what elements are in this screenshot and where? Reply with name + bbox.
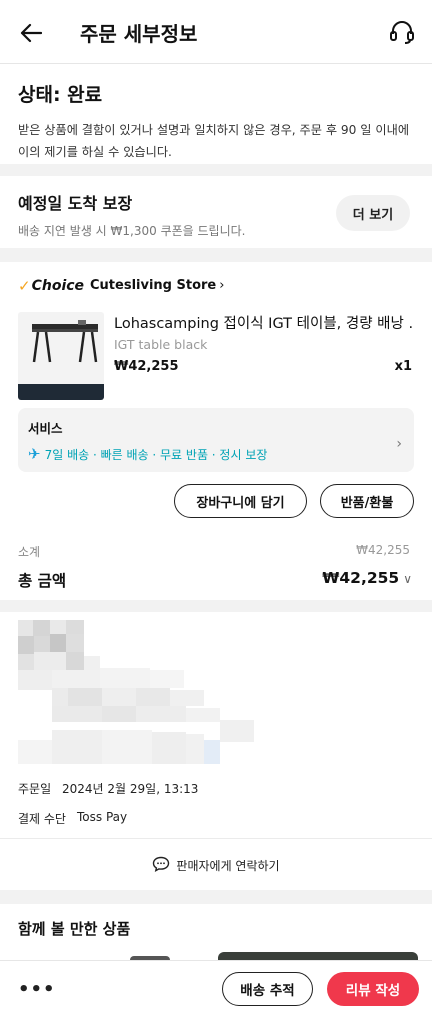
chat-bubble-icon — [152, 856, 170, 875]
recommendations-title: 함께 볼 만한 상품 — [18, 920, 131, 938]
back-arrow-icon[interactable] — [18, 20, 44, 46]
product-thumbnail[interactable] — [18, 312, 104, 400]
more-button[interactable]: 더 보기 — [336, 195, 410, 231]
payment-method-label: 결제 수단 — [18, 812, 66, 826]
chevron-right-icon: › — [396, 436, 402, 452]
divider — [0, 838, 432, 839]
total-label: 총 금액 — [18, 572, 67, 590]
subtotal-value: ₩42,255 — [356, 543, 410, 557]
order-date-value: 2024년 2월 29일, 13:13 — [62, 782, 199, 796]
add-to-cart-button[interactable]: 장바구니에 담기 — [174, 484, 307, 518]
store-link[interactable]: Cutesliving Store › — [90, 278, 224, 293]
status-description: 받은 상품에 결함이 있거나 설명과 일치하지 않은 경우, 주문 후 90 일… — [18, 119, 414, 163]
payment-method-value: Toss Pay — [77, 810, 128, 824]
order-status-section: 상태: 완료 받은 상품에 결함이 있거나 설명과 일치하지 않은 경우, 주문… — [0, 64, 432, 164]
choice-label: Choice — [31, 278, 85, 294]
write-review-button[interactable]: 리뷰 작성 — [327, 972, 419, 1006]
service-features: ✈ 7일 배송 · 빠른 배송 · 무료 반품 · 정시 보장 — [28, 445, 404, 463]
airplane-icon: ✈ — [28, 445, 41, 463]
service-panel[interactable]: 서비스 ✈ 7일 배송 · 빠른 배송 · 무료 반품 · 정시 보장 › — [18, 408, 414, 472]
checkmark-icon: ✓ — [18, 277, 31, 295]
product-title[interactable]: Lohascamping 접이식 IGT 테이블, 경량 배낭 ... — [114, 312, 414, 333]
contact-seller-label: 판매자에게 연락하기 — [176, 858, 280, 873]
total-amount: ₩42,255 — [322, 569, 400, 587]
product-variant: IGT table black — [114, 337, 208, 352]
subtotal-label: 소계 — [18, 545, 41, 559]
service-title: 서비스 — [28, 421, 63, 436]
thumbnail-footer — [18, 384, 104, 400]
return-refund-button[interactable]: 반품/환불 — [320, 484, 414, 518]
customer-service-headset-icon[interactable] — [388, 18, 416, 46]
product-price: ₩42,255 — [114, 359, 179, 374]
page-title: 주문 세부정보 — [80, 22, 198, 46]
order-item-section: ✓ Choice Cutesliving Store › Lohascamping… — [0, 262, 432, 600]
choice-badge: ✓ Choice — [18, 277, 84, 295]
service-features-text: 7일 배송 · 빠른 배송 · 무료 반품 · 정시 보장 — [44, 447, 268, 462]
chevron-down-icon: ∨ — [403, 572, 412, 586]
top-app-bar: 주문 세부정보 — [0, 0, 432, 64]
product-quantity: x1 — [394, 359, 412, 374]
contact-seller-link[interactable]: 판매자에게 연락하기 — [0, 850, 432, 880]
recommendations-section: 함께 볼 만한 상품 — [0, 904, 432, 964]
bottom-action-bar: ••• 배송 추적 리뷰 작성 — [0, 960, 432, 1019]
store-name: Cutesliving Store — [90, 278, 217, 293]
status-description-line2: 이의 제기를 하실 수 있습니다. — [18, 145, 172, 159]
status-title: 상태: 완료 — [18, 84, 103, 106]
chevron-right-icon: › — [219, 278, 225, 293]
order-date-label: 주문일 — [18, 782, 52, 796]
more-options-icon[interactable]: ••• — [18, 979, 56, 1000]
total-value[interactable]: ₩42,255 ∨ — [322, 569, 412, 587]
delivery-guarantee-section: 예정일 도착 보장 배송 지연 발생 시 ₩1,300 쿠폰을 드립니다. 더 … — [0, 176, 432, 248]
status-description-line1: 받은 상품에 결함이 있거나 설명과 일치하지 않은 경우, 주문 후 90 일… — [18, 123, 410, 137]
track-shipment-button[interactable]: 배송 추적 — [222, 972, 313, 1006]
order-info-section: 주문일 2024년 2월 29일, 13:13 결제 수단 Toss Pay 판… — [0, 612, 432, 890]
